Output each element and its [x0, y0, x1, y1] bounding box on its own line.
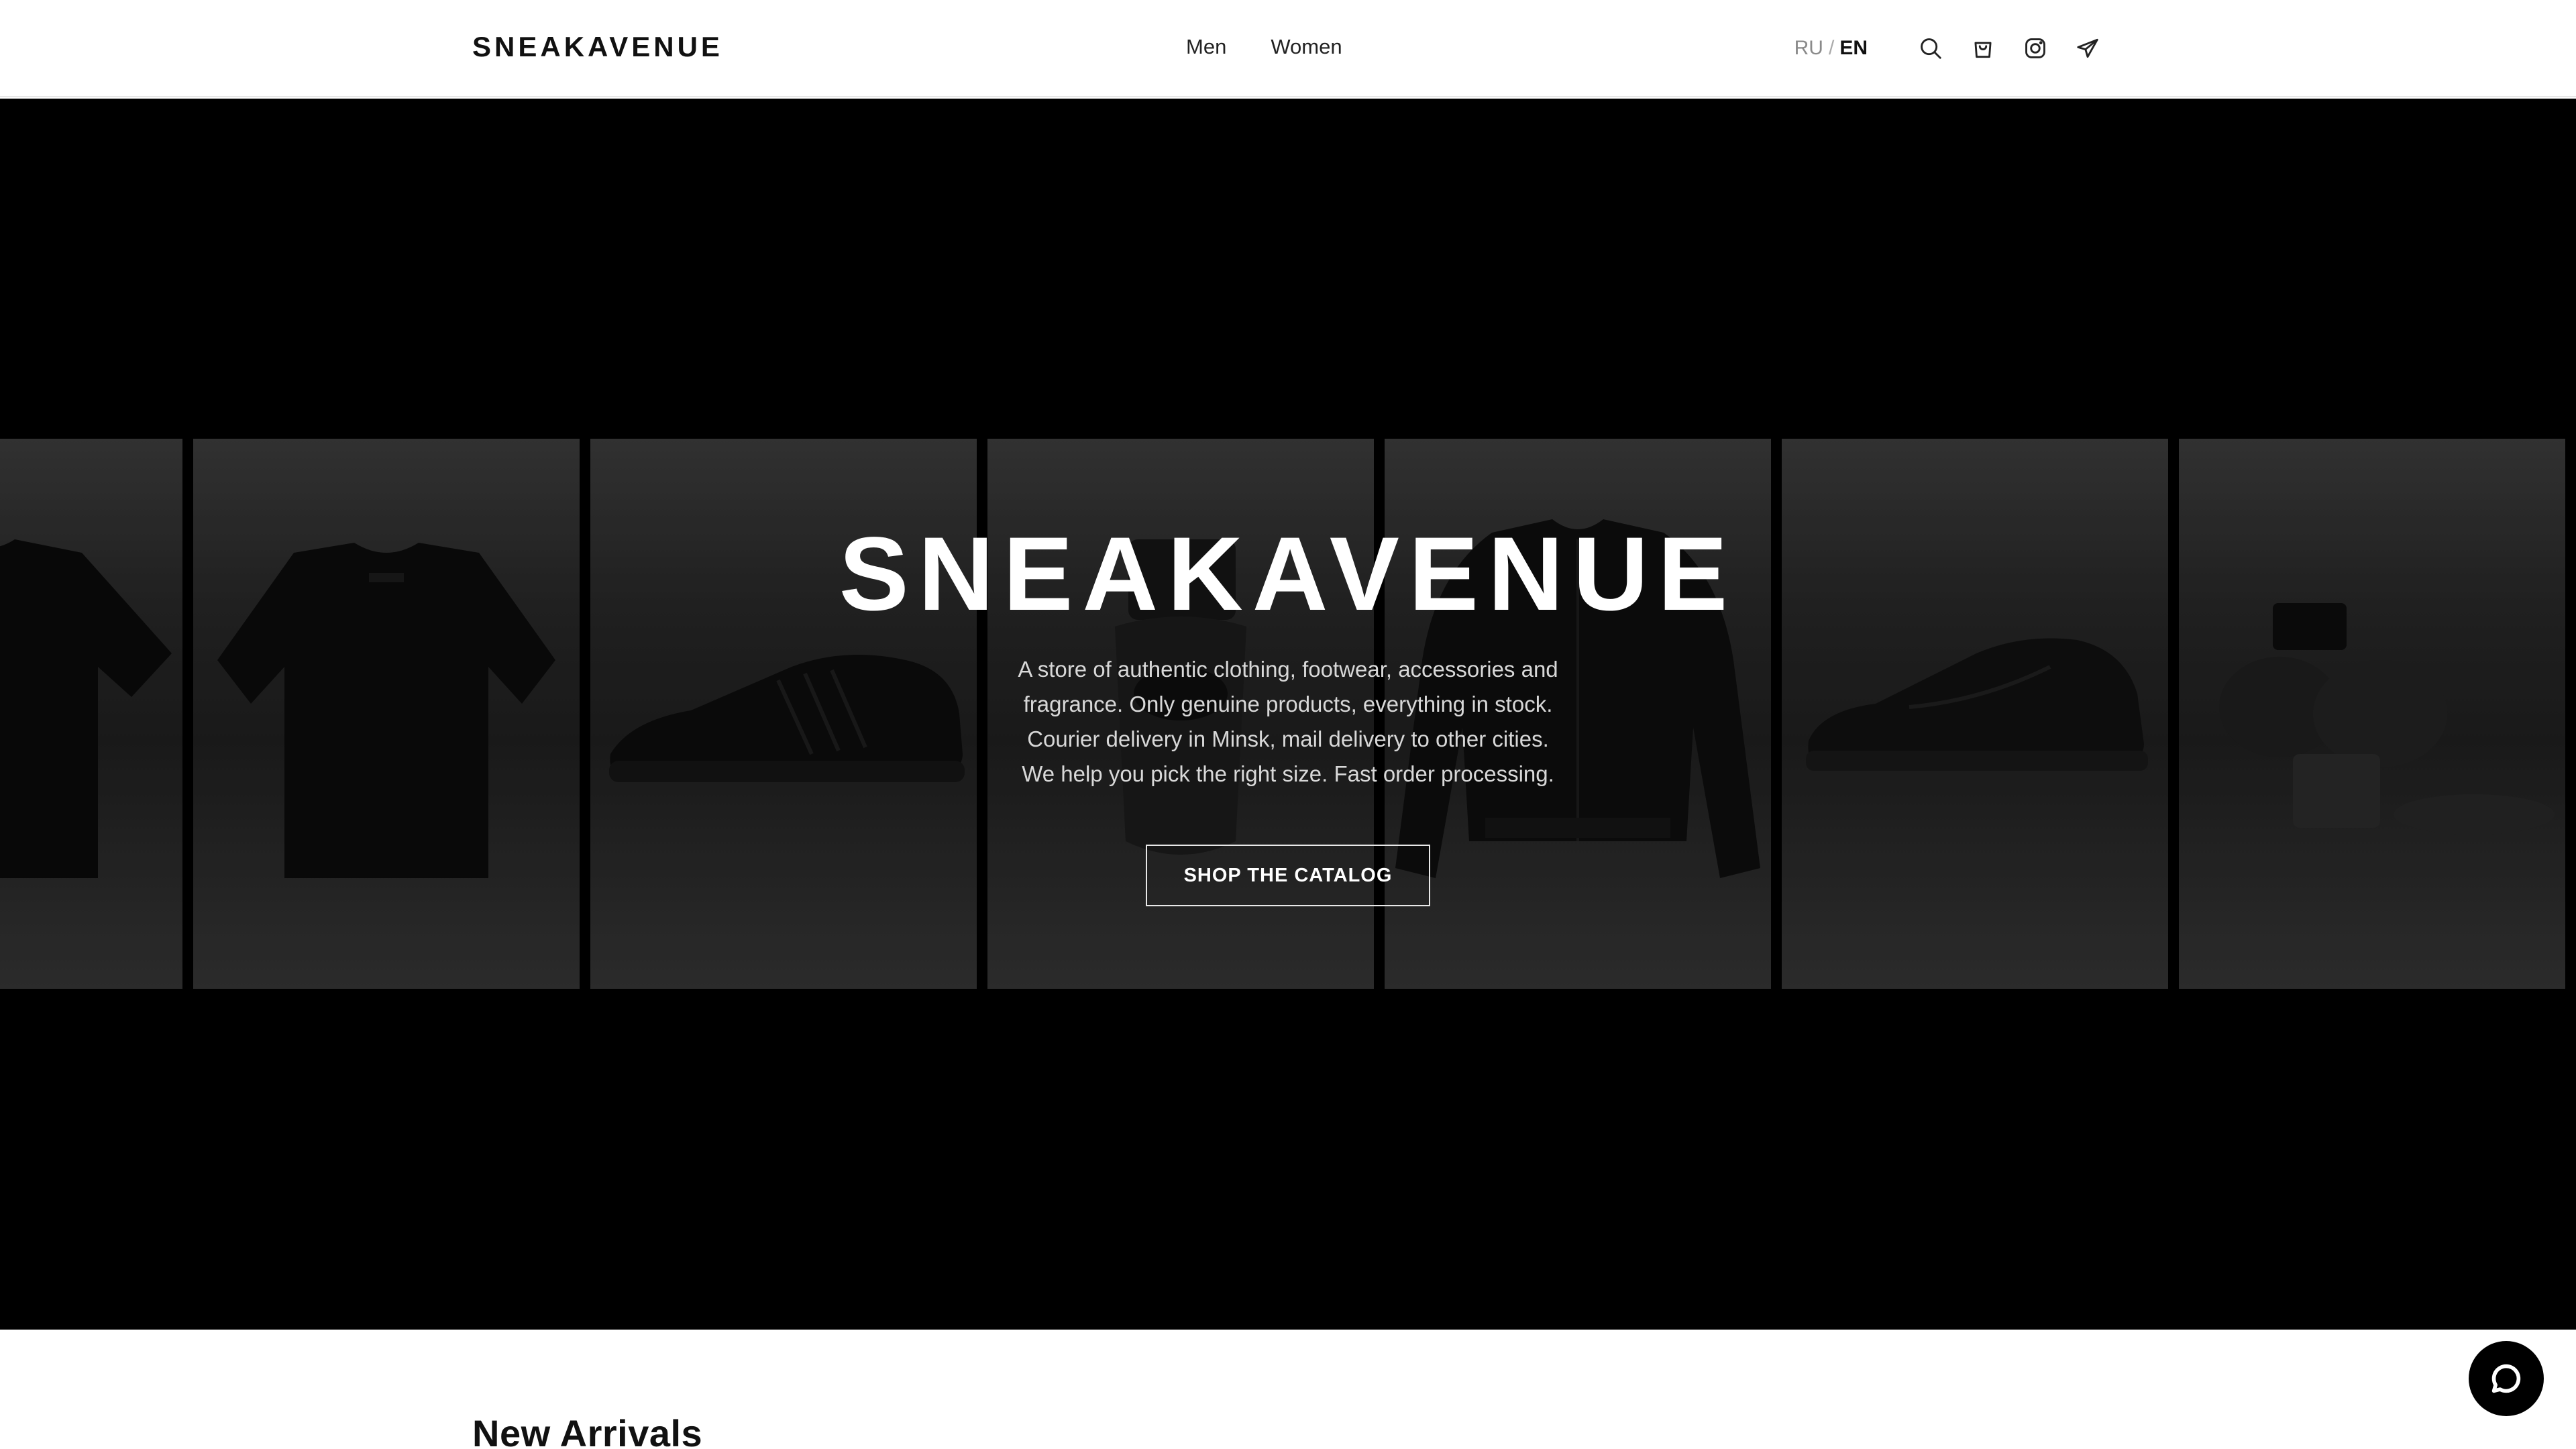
chat-bubble-icon: [2491, 1364, 2521, 1393]
lang-en[interactable]: EN: [1839, 37, 1868, 60]
site-logo[interactable]: SNEAKAVENUE: [472, 31, 723, 63]
hero-description-line: A store of authentic clothing, footwear,…: [1018, 657, 1558, 682]
search-icon[interactable]: [1915, 32, 1947, 64]
cart-icon[interactable]: [1967, 32, 1999, 64]
instagram-icon[interactable]: [2019, 32, 2051, 64]
language-switcher: RU / EN: [1794, 37, 1868, 60]
main-nav: Men Women: [1186, 35, 1342, 59]
hero-description-line: fragrance. Only genuine products, everyt…: [1023, 692, 1553, 716]
site-header: SNEAKAVENUE Men Women RU / EN: [0, 0, 2576, 97]
lang-separator: /: [1828, 37, 1835, 59]
telegram-icon[interactable]: [2072, 32, 2104, 64]
nav-item-men[interactable]: Men: [1186, 35, 1226, 59]
hero-description-line: We help you pick the right size. Fast or…: [1022, 761, 1554, 786]
shop-catalog-button[interactable]: SHOP THE CATALOG: [1146, 845, 1430, 906]
lang-ru[interactable]: RU: [1794, 37, 1823, 60]
hero-content: SNEAKAVENUE A store of authentic clothin…: [0, 99, 2576, 1330]
new-arrivals-title: New Arrivals: [472, 1412, 703, 1449]
hero-banner: SNEAKAVENUE A store of authentic clothin…: [0, 99, 2576, 1330]
hero-title: SNEAKAVENUE: [839, 516, 1737, 633]
chat-button[interactable]: [2469, 1341, 2544, 1416]
header-tools: RU / EN: [1794, 32, 2104, 64]
nav-item-women[interactable]: Women: [1271, 35, 1342, 59]
hero-description: A store of authentic clothing, footwear,…: [939, 652, 1637, 792]
hero-description-line: Courier delivery in Minsk, mail delivery…: [1027, 727, 1549, 751]
